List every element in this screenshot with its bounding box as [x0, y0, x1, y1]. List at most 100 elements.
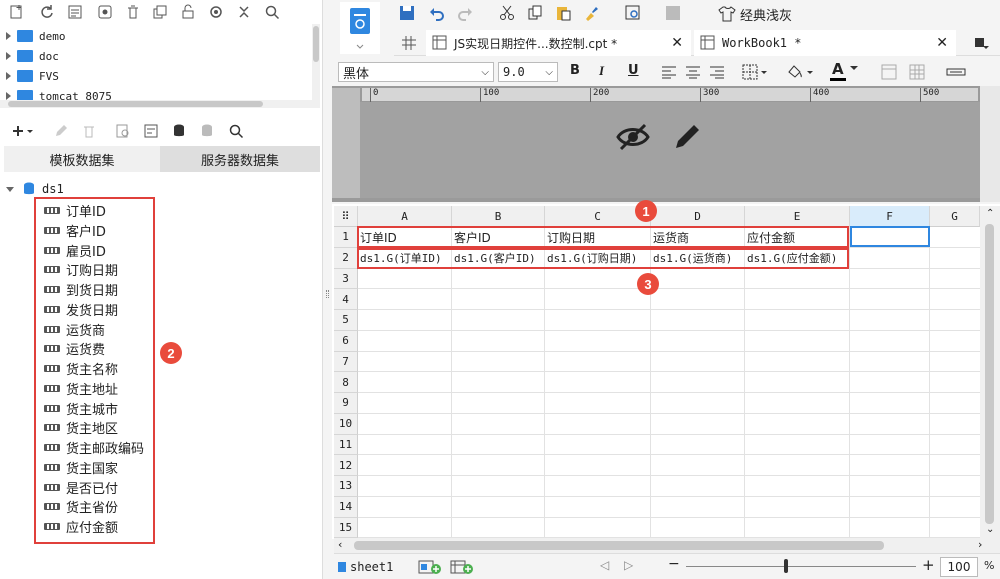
- database-disabled-icon[interactable]: [198, 122, 216, 140]
- tree-item-doc[interactable]: doc: [6, 47, 59, 65]
- sheet-tab[interactable]: sheet1: [338, 557, 393, 577]
- expand-arrow-icon[interactable]: [6, 72, 11, 80]
- refresh-icon[interactable]: [38, 3, 56, 21]
- fill-color-icon[interactable]: [786, 63, 816, 81]
- font-family-select[interactable]: 黑体 ⌵: [338, 62, 494, 82]
- tab-server-dataset[interactable]: 服务器数据集: [160, 146, 320, 172]
- scroll-up-icon[interactable]: ⌃: [986, 208, 994, 219]
- paste-icon[interactable]: [554, 4, 572, 22]
- row-header[interactable]: 5: [334, 310, 358, 331]
- expand-arrow-icon[interactable]: [6, 52, 11, 60]
- row-header[interactable]: 13: [334, 476, 358, 497]
- header-scrollbar[interactable]: [980, 86, 1000, 202]
- zoom-slider-handle[interactable]: [784, 559, 788, 573]
- column-header[interactable]: A: [358, 206, 452, 227]
- collapse-icon[interactable]: [235, 3, 253, 21]
- align-left-icon[interactable]: [660, 63, 678, 81]
- row-header[interactable]: 8: [334, 372, 358, 393]
- widget-icon[interactable]: [664, 4, 682, 22]
- zoom-slider-track[interactable]: [686, 566, 916, 567]
- edit-icon[interactable]: [52, 122, 70, 140]
- table-icon[interactable]: [908, 63, 926, 81]
- vertical-scrollbar[interactable]: ⌃ ⌄: [980, 206, 1000, 538]
- scroll-left-icon[interactable]: ‹: [338, 538, 342, 551]
- column-header[interactable]: D: [651, 206, 745, 227]
- format-painter-icon[interactable]: [582, 4, 600, 22]
- align-center-icon[interactable]: [684, 63, 702, 81]
- redo-icon[interactable]: [456, 4, 474, 22]
- search-icon[interactable]: [263, 3, 281, 21]
- row-header[interactable]: 12: [334, 455, 358, 476]
- scroll-right-icon[interactable]: ›: [978, 538, 982, 551]
- close-tab-icon[interactable]: ✕: [671, 35, 683, 51]
- sheet-prev-icon[interactable]: ◁: [600, 558, 609, 572]
- column-header[interactable]: E: [745, 206, 850, 227]
- tree-item-demo[interactable]: demo: [6, 27, 66, 45]
- undo-icon[interactable]: [428, 4, 446, 22]
- locate-icon[interactable]: [207, 3, 225, 21]
- delete-dataset-icon[interactable]: [80, 122, 98, 140]
- row-header[interactable]: 10: [334, 413, 358, 435]
- column-header[interactable]: B: [452, 206, 545, 227]
- tab-menu-icon[interactable]: [972, 34, 990, 52]
- row-header[interactable]: 1: [334, 227, 358, 248]
- sheet-next-icon[interactable]: ▷: [624, 558, 633, 572]
- bold-button[interactable]: B: [570, 63, 580, 78]
- cut-icon[interactable]: [498, 4, 516, 22]
- row-header[interactable]: 14: [334, 496, 358, 518]
- hide-eye-icon[interactable]: [616, 122, 650, 152]
- template-preview-icon[interactable]: [624, 4, 642, 22]
- add-sheet-icon[interactable]: [418, 558, 442, 576]
- row-header[interactable]: 2: [334, 247, 358, 269]
- row-header[interactable]: 3: [334, 268, 358, 290]
- expand-arrow-icon[interactable]: [6, 92, 11, 100]
- report-mode-icon[interactable]: [340, 2, 380, 54]
- horizontal-scrollbar[interactable]: ‹ ›: [334, 538, 1000, 553]
- cell-style-icon[interactable]: [880, 63, 898, 81]
- tree-vertical-scrollbar[interactable]: [312, 24, 320, 100]
- edit-pencil-icon[interactable]: [672, 122, 702, 152]
- tab-cpt-file[interactable]: JS实现日期控件...数控制.cpt * ✕: [426, 30, 691, 56]
- unlock-icon[interactable]: [179, 3, 197, 21]
- row-header[interactable]: 7: [334, 351, 358, 373]
- copy-cell-icon[interactable]: [526, 4, 544, 22]
- zoom-out-button[interactable]: −: [668, 556, 680, 572]
- theme-button[interactable]: 经典浅灰: [718, 4, 792, 24]
- selected-cell[interactable]: [850, 226, 930, 247]
- search-dataset-icon[interactable]: [227, 122, 245, 140]
- delete-icon[interactable]: [124, 3, 142, 21]
- row-header[interactable]: 15: [334, 517, 358, 539]
- border-icon[interactable]: [742, 63, 770, 81]
- new-file-icon[interactable]: [8, 3, 26, 21]
- row-header[interactable]: 11: [334, 434, 358, 456]
- select-all-corner[interactable]: ⠿: [334, 206, 358, 227]
- preview-icon[interactable]: [114, 122, 132, 140]
- template-icon[interactable]: [66, 3, 84, 21]
- panel-splitter[interactable]: [322, 0, 332, 579]
- row-header[interactable]: 4: [334, 289, 358, 310]
- tree-horizontal-scrollbar[interactable]: [0, 100, 320, 108]
- add-dataset-icon[interactable]: [10, 122, 38, 140]
- grid-icon[interactable]: [400, 34, 418, 52]
- tree-item-fvs[interactable]: FVS: [6, 67, 59, 85]
- expand-arrow-icon[interactable]: [6, 32, 11, 40]
- underline-button[interactable]: U: [628, 63, 639, 78]
- dataset-node[interactable]: ds1: [6, 180, 64, 198]
- font-size-select[interactable]: 9.0 ⌵: [498, 62, 558, 82]
- save-icon[interactable]: [398, 4, 416, 22]
- column-header[interactable]: G: [930, 206, 980, 227]
- italic-button[interactable]: I: [599, 63, 604, 79]
- copy-icon[interactable]: [151, 3, 169, 21]
- settings-icon[interactable]: [96, 3, 114, 21]
- close-tab-icon[interactable]: ✕: [936, 35, 948, 51]
- column-header[interactable]: F: [850, 206, 930, 227]
- collapse-arrow-icon[interactable]: [6, 186, 14, 192]
- row-header[interactable]: 9: [334, 393, 358, 414]
- font-color-button[interactable]: A: [830, 60, 860, 82]
- format-icon[interactable]: [946, 63, 966, 81]
- param-icon[interactable]: [142, 122, 160, 140]
- zoom-in-button[interactable]: +: [922, 556, 935, 574]
- add-report-icon[interactable]: [450, 558, 474, 576]
- row-header[interactable]: 6: [334, 330, 358, 352]
- tab-workbook[interactable]: WorkBook1 * ✕: [694, 30, 956, 56]
